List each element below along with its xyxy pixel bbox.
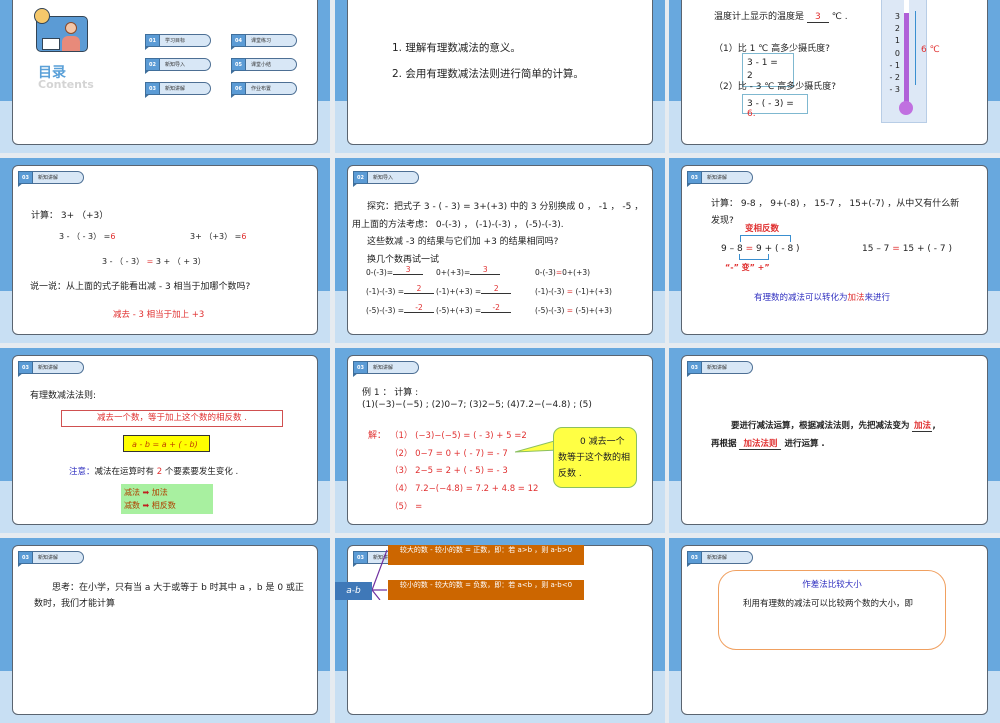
slide-thumbnail-example[interactable]: 03 新知讲解 例 1 ： 计算 : (1)(−3)−(−5) ; (2)0−7;…: [335, 348, 665, 533]
goal-item: 1. 理解有理数减法的意义。: [392, 42, 521, 54]
toc-label: 新知导入: [160, 58, 211, 71]
lightbulb-icon: [34, 8, 50, 24]
section-tag: 03 新知讲解: [353, 361, 419, 377]
toc-label: 新知讲解: [160, 82, 211, 95]
thermo-answer: 3: [806, 12, 829, 23]
rule-change-table: 减法 ➡ 加法 减数 ➡ 相反数: [121, 484, 213, 514]
summary-line-2: 再根据 加法法则 进行运算 .: [711, 437, 825, 450]
bracket-label-bottom: “-” 变” +”: [725, 263, 770, 272]
bracket-bottom: [739, 254, 769, 260]
section-tag: 03 新知讲解: [18, 361, 84, 377]
arrow-right-icon: ➡: [142, 488, 150, 497]
slide-thumbnail-toc[interactable]: 目录 Contents 01 学习目标 02 新知导入 03 新知讲解 04 课堂练习 …: [0, 0, 330, 153]
section-tag: 03 新知讲解: [18, 171, 84, 187]
summary-blank-2: 加法法则: [739, 437, 782, 450]
slide-thumbnail-compare[interactable]: 03 新知讲解 较大的数 - 较小的数 = 正数，即：若 a>b ，则 a-b>0…: [335, 538, 665, 723]
a-minus-b-box: a-b: [335, 582, 372, 600]
rule-title: 有理数减法法则:: [30, 391, 97, 401]
toc-item-4[interactable]: 04 课堂练习: [231, 34, 297, 50]
explore-paragraph: 探究：把式子 3 - ( - 3) = 3+(+3) 中的 3 分别换成 0 ，…: [352, 202, 644, 230]
answer-box-2: 3 - ( - 3) = 6.: [742, 94, 808, 119]
method-box: 作差法比较大小 利用有理数的减法可以比较两个数的大小，即: [718, 570, 946, 650]
thermo-question: 温度计上显示的温度是 3 ℃ .: [714, 12, 848, 23]
slide-thumbnail-think[interactable]: 03 新知讲解 思考：在小学，只有当 a 大于或等于 b 时其中 a ，b 是 0…: [0, 538, 330, 723]
explore-row-item: 0-(-3)=0+(+3): [535, 268, 591, 277]
explore-row-item: (-5)+(+3) = -2: [436, 303, 512, 316]
solution-label: 解：: [368, 431, 387, 441]
goal-item: 2. 会用有理数减法法则进行简单的计算。: [392, 68, 584, 80]
explore-row-item: (-5)-(-3) = (-5)+(+3): [535, 306, 612, 315]
section-tag: 02 新知导入: [353, 171, 419, 187]
equation-2: 15 – 7 = 15 + ( - 7 ): [862, 244, 952, 254]
toc-label: 课堂练习: [246, 34, 297, 47]
bracket-top: [740, 235, 791, 242]
toc-label: 课堂小结: [246, 58, 297, 71]
bracket-label-top: 变相反数: [745, 224, 780, 234]
explore-question: 这些数减 -3 的结果与它们加 +3 的结果相同吗?: [367, 237, 559, 247]
section-tag: 03 新知讲解: [687, 361, 753, 377]
toc-item-1[interactable]: 01 学习目标: [145, 34, 211, 50]
slide-thumbnail-difference-method[interactable]: 03 新知讲解 作差法比较大小 利用有理数的减法可以比较两个数的大小，即: [669, 538, 1000, 723]
toc-item-5[interactable]: 05 课堂小结: [231, 58, 297, 74]
positive-difference-box: 较大的数 - 较小的数 = 正数，即：若 a>b ，则 a-b>0: [388, 545, 584, 565]
explore-row-item: (-5)-(-3) = -2: [366, 303, 435, 316]
callout-bubble: 0 减去一个数等于这个数的相反数 .: [553, 427, 637, 488]
explore-row-item: (-1)-(-3) = (-1)+(+3): [535, 287, 612, 296]
section-tag: 03 新知讲解: [687, 171, 753, 187]
slide-thumbnail-discover[interactable]: 03 新知讲解 计算： 9-8 ， 9+(-8) ， 15-7 ， 15+(-7)…: [669, 158, 1000, 343]
section-tag: 03 新知讲解: [18, 551, 84, 567]
toc-label: 学习目标: [160, 34, 211, 47]
explore-row-item: (-1)+(+3) = 2: [436, 284, 512, 297]
slide-thumbnail-rule[interactable]: 03 新知讲解 有理数减法法则: 减去一个数，等于加上这个数的相反数 . a - …: [0, 348, 330, 533]
slide-thumbnail-explore[interactable]: 02 新知导入 探究：把式子 3 - ( - 3) = 3+(+3) 中的 3 分…: [335, 158, 665, 343]
summary-line-1: 要进行减法运算，根据减法法则，先把减法变为 加法,: [731, 421, 936, 432]
teacher-illustration: [34, 8, 89, 52]
think-text: 思考：在小学，只有当 a 大于或等于 b 时其中 a ，b 是 0 或正数时，我…: [34, 583, 304, 609]
thermo-scale: 3210- 1- 2- 3: [889, 12, 900, 95]
toc-subtitle: Contents: [38, 78, 94, 91]
explore-instruction: 换几个数再试一试: [367, 255, 440, 265]
method-text: 利用有理数的减法可以比较两个数的大小，即: [743, 599, 914, 609]
laptop-icon: [42, 38, 60, 50]
slide-thumbnail-thermometer[interactable]: 温度计上显示的温度是 3 ℃ . （1）比 1 ℃ 高多少摄氏度? 3 - 1 …: [669, 0, 1000, 153]
thermo-q2: （2）比 - 3 ℃ 高多少摄氏度?: [714, 82, 837, 92]
rule-note: 注意：减法在运算时有 2 个要素要发生变化 .: [69, 467, 239, 477]
section-tag: 03 新知讲解: [687, 551, 753, 567]
example-title: 例 1 ： 计算 :: [362, 388, 419, 398]
equation-1: 9 – 8 = 9 + ( - 8 ): [721, 244, 800, 254]
explore-row-item: 0-(-3)= 3: [366, 265, 424, 278]
discussion-answer: 减去 - 3 相当于加上 +3: [113, 310, 205, 320]
slide-thumbnail-calc[interactable]: 03 新知讲解 计算： 3+ （+3） 3 - （ - 3） =6 3+ （+3）…: [0, 158, 330, 343]
toc-item-3[interactable]: 03 新知讲解: [145, 82, 211, 98]
explore-row-item: 0+(+3)= 3: [436, 265, 501, 278]
discussion-prompt: 说一说：从上面的式子能看出减 - 3 相当于加哪个数吗?: [30, 282, 251, 292]
toc-item-2[interactable]: 02 新知导入: [145, 58, 211, 74]
slide-card: [12, 545, 318, 715]
find-conclusion: 有理数的减法可以转化为加法来进行: [754, 293, 891, 303]
range-bracket: [915, 11, 916, 85]
calc-title: 计算： 3+ （+3）: [31, 211, 109, 221]
toc-label: 作业布置: [246, 82, 297, 95]
slide-thumbnail-goals[interactable]: 1. 理解有理数减法的意义。 2. 会用有理数减法法则进行简单的计算。: [335, 0, 665, 153]
rule-formula: a - b = a + ( - b): [123, 435, 210, 452]
toc-item-6[interactable]: 06 作业布置: [231, 82, 297, 98]
slide-thumbnail-summary[interactable]: 03 新知讲解 要进行减法运算，根据减法法则，先把减法变为 加法, 再根据 加法法…: [669, 348, 1000, 533]
temperature-difference: 6 ℃: [921, 45, 940, 55]
explore-row-item: (-1)-(-3) = 2: [366, 284, 435, 297]
arrow-right-icon: ➡: [142, 501, 150, 510]
example-question: (1)(−3)−(−5) ; (2)0−7; (3)2−5; (4)7.2−(−…: [362, 400, 592, 410]
method-title: 作差法比较大小: [802, 580, 862, 590]
rule-statement: 减去一个数，等于加上这个数的相反数 .: [61, 410, 283, 427]
summary-blank-1: 加法: [912, 421, 933, 432]
negative-difference-box: 较小的数 - 较大的数 = 负数，即：若 a<b ，则 a-b<0: [388, 580, 584, 600]
thermometer: 3210- 1- 2- 3: [881, 0, 927, 123]
